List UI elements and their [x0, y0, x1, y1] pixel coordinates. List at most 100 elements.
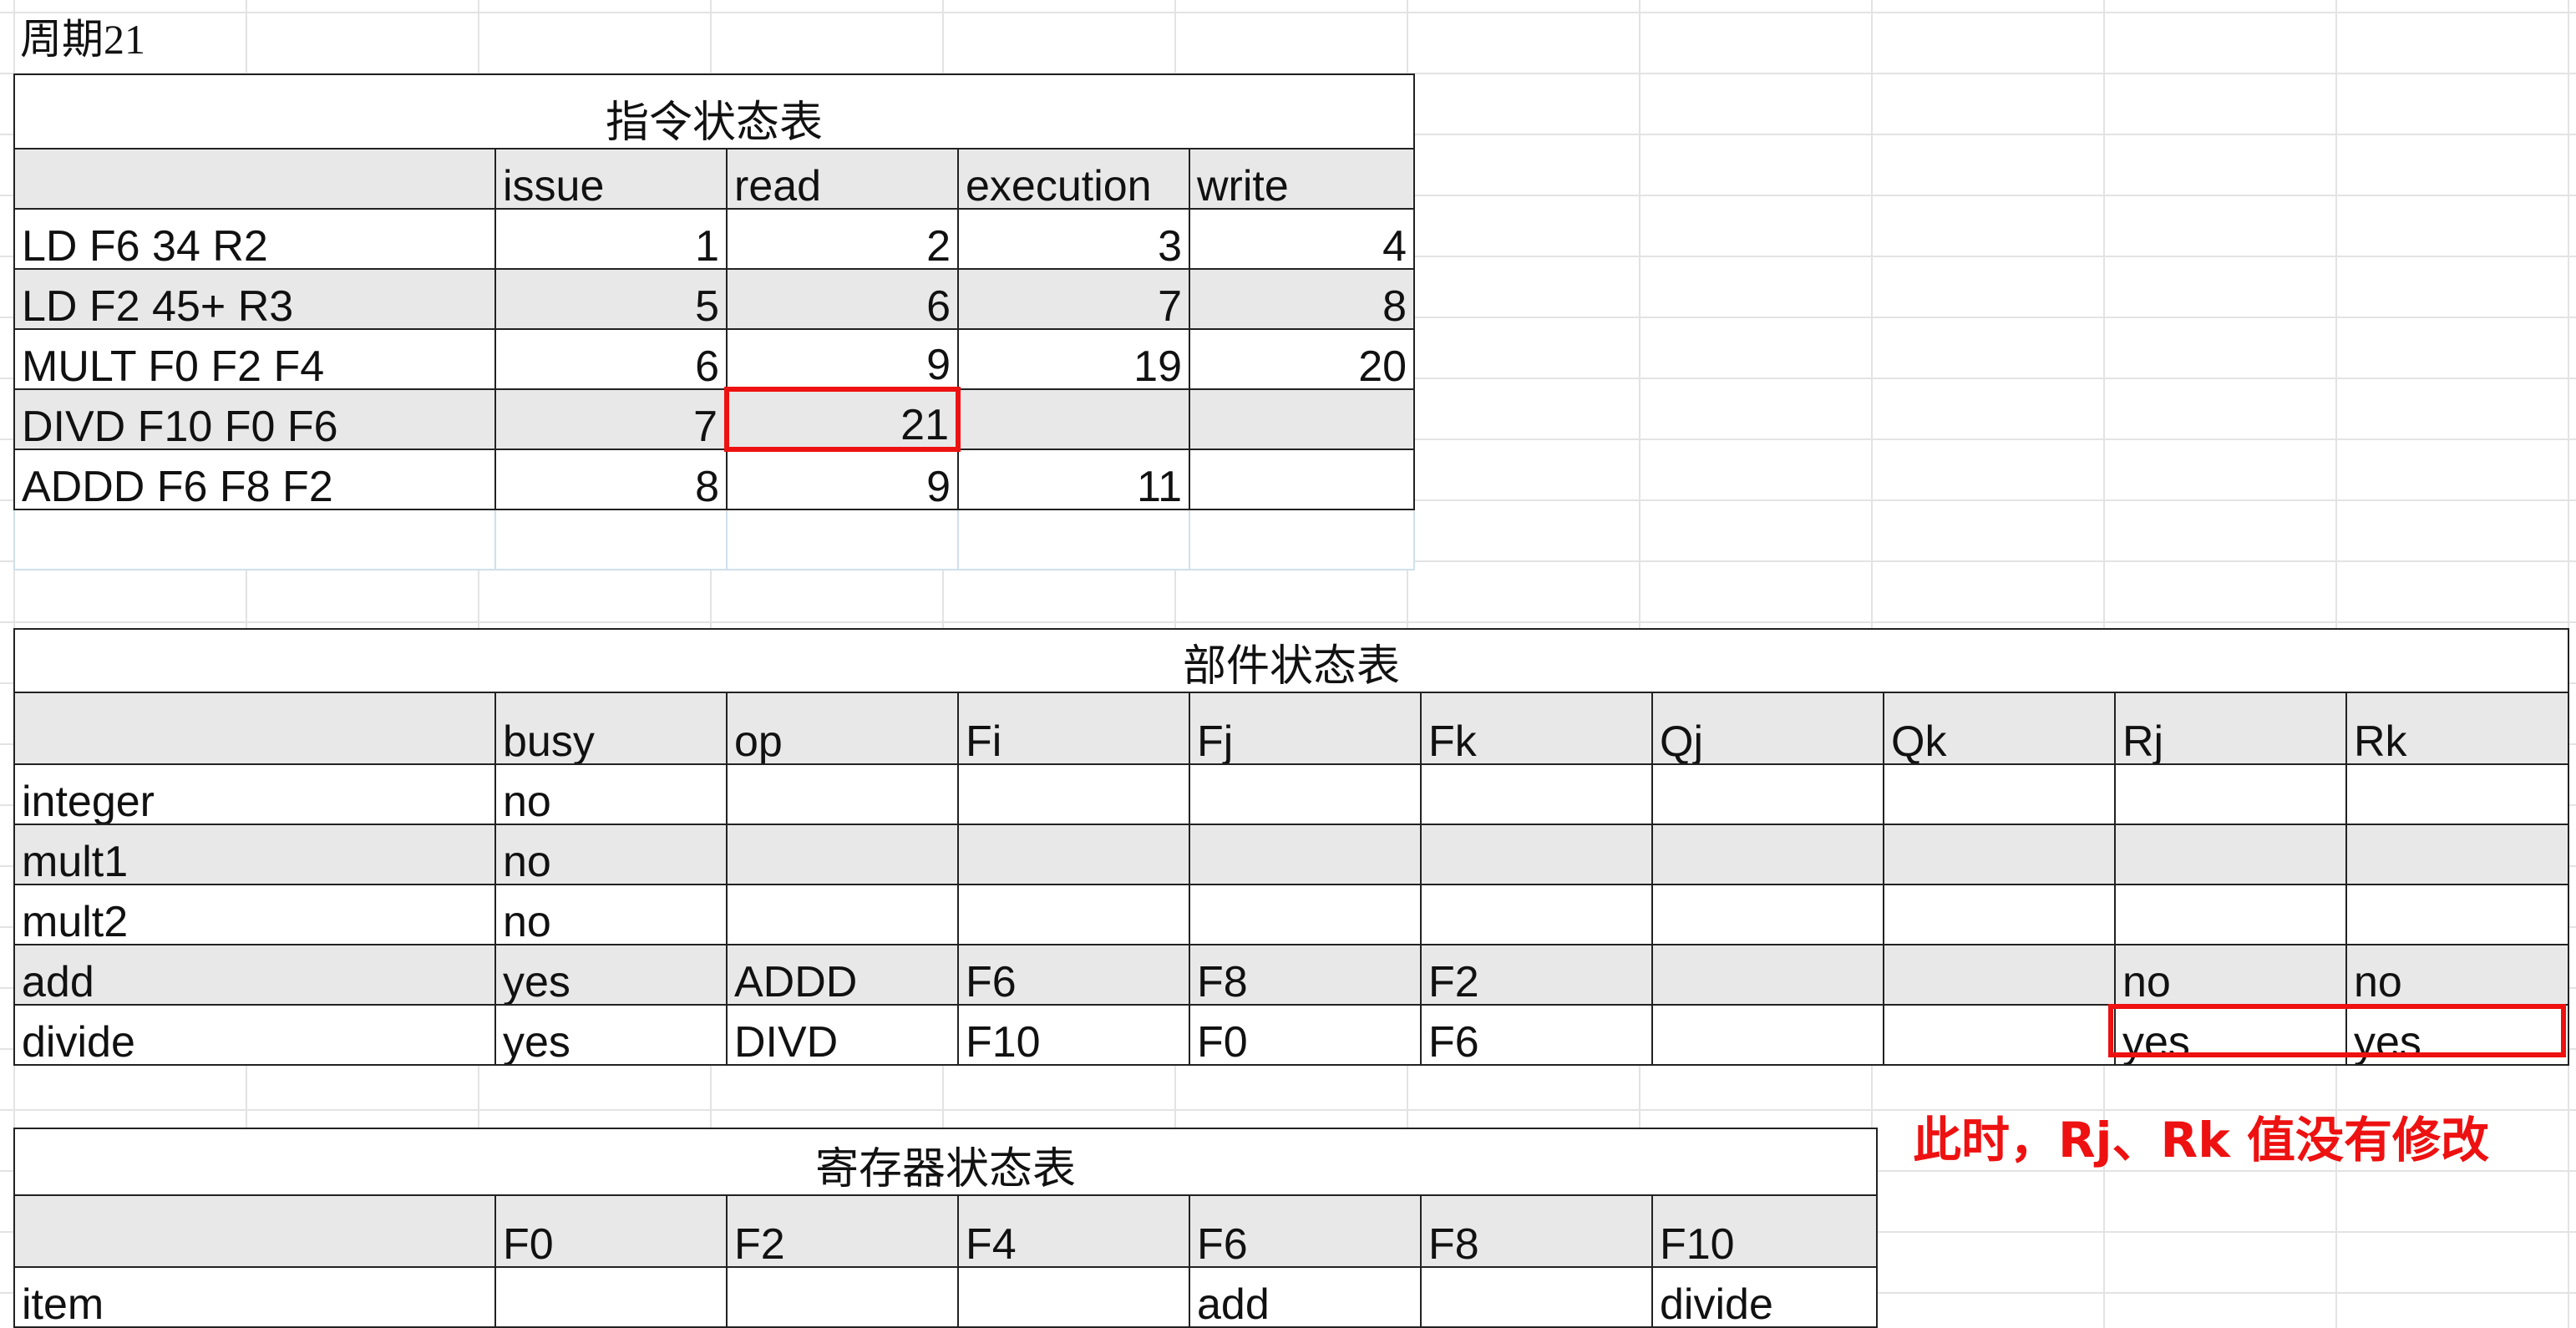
- register-cell-f6[interactable]: add: [1189, 1266, 1422, 1328]
- header-cell[interactable]: F6: [1189, 1194, 1422, 1268]
- rj-cell[interactable]: no: [2114, 944, 2347, 1006]
- header-cell[interactable]: Fj: [1189, 692, 1422, 765]
- qj-cell[interactable]: [1651, 944, 1884, 1006]
- header-cell[interactable]: read: [726, 148, 959, 210]
- empty-cell[interactable]: [1188, 509, 1416, 570]
- register-cell-f0[interactable]: [494, 1266, 728, 1328]
- qj-cell[interactable]: [1651, 1004, 1884, 1066]
- header-cell[interactable]: Rk: [2345, 692, 2570, 765]
- highlighted-read-cell[interactable]: 21: [724, 387, 961, 452]
- qk-cell[interactable]: [1883, 763, 2116, 825]
- instruction-cell[interactable]: DIVD F10 F0 F6: [13, 388, 496, 450]
- rk-cell[interactable]: [2345, 884, 2570, 945]
- unit-name-cell[interactable]: mult1: [13, 824, 496, 885]
- empty-cell[interactable]: [726, 509, 959, 570]
- header-cell[interactable]: op: [726, 692, 959, 765]
- empty-cell[interactable]: [957, 509, 1190, 570]
- header-cell[interactable]: [13, 1194, 496, 1268]
- header-cell[interactable]: [13, 148, 496, 210]
- header-cell[interactable]: F2: [726, 1194, 959, 1268]
- qk-cell[interactable]: [1883, 824, 2116, 885]
- busy-cell[interactable]: yes: [494, 1004, 728, 1066]
- fk-cell[interactable]: F6: [1420, 1004, 1653, 1066]
- busy-cell[interactable]: no: [494, 824, 728, 885]
- qj-cell[interactable]: [1651, 763, 1884, 825]
- write-cell[interactable]: 4: [1188, 208, 1416, 270]
- fi-cell[interactable]: F6: [957, 944, 1190, 1006]
- fi-cell[interactable]: [957, 824, 1190, 885]
- qk-cell[interactable]: [1883, 944, 2116, 1006]
- fj-cell[interactable]: [1189, 763, 1422, 825]
- register-cell-f4[interactable]: [957, 1266, 1190, 1328]
- execution-cell[interactable]: [957, 388, 1190, 450]
- register-cell-f2[interactable]: [726, 1266, 959, 1328]
- fk-cell[interactable]: F2: [1420, 944, 1653, 1006]
- register-cell-f10[interactable]: divide: [1651, 1266, 1879, 1328]
- unit-name-cell[interactable]: integer: [13, 763, 496, 825]
- qj-cell[interactable]: [1651, 884, 1884, 945]
- instruction-cell[interactable]: LD F2 45+ R3: [13, 268, 496, 330]
- write-cell[interactable]: 20: [1188, 328, 1416, 390]
- fj-cell[interactable]: F8: [1189, 944, 1422, 1006]
- op-cell[interactable]: [726, 763, 959, 825]
- fk-cell[interactable]: [1420, 763, 1653, 825]
- register-cell-f8[interactable]: [1420, 1266, 1653, 1328]
- op-cell[interactable]: [726, 824, 959, 885]
- instruction-cell[interactable]: LD F6 34 R2: [13, 208, 496, 270]
- header-cell[interactable]: Fk: [1420, 692, 1653, 765]
- fj-cell[interactable]: [1189, 824, 1422, 885]
- execution-cell[interactable]: 7: [957, 268, 1190, 330]
- rk-cell[interactable]: yes: [2345, 1004, 2570, 1066]
- header-cell[interactable]: F8: [1420, 1194, 1653, 1268]
- read-cell[interactable]: 6: [726, 268, 959, 330]
- unit-name-cell[interactable]: mult2: [13, 884, 496, 945]
- fj-cell[interactable]: F0: [1189, 1004, 1422, 1066]
- header-cell[interactable]: execution: [957, 148, 1190, 210]
- unit-name-cell[interactable]: divide: [13, 1004, 496, 1066]
- empty-cell[interactable]: [494, 509, 728, 570]
- qk-cell[interactable]: [1883, 884, 2116, 945]
- issue-cell[interactable]: 6: [494, 328, 728, 390]
- read-cell[interactable]: 9: [726, 449, 959, 510]
- rj-cell[interactable]: [2114, 763, 2347, 825]
- read-cell[interactable]: 9: [726, 328, 959, 390]
- rj-cell[interactable]: [2114, 884, 2347, 945]
- issue-cell[interactable]: 7: [494, 388, 728, 450]
- execution-cell[interactable]: 3: [957, 208, 1190, 270]
- empty-cell[interactable]: [13, 509, 496, 570]
- rj-cell[interactable]: yes: [2114, 1004, 2347, 1066]
- execution-cell[interactable]: 11: [957, 449, 1190, 510]
- header-cell[interactable]: write: [1188, 148, 1416, 210]
- op-cell[interactable]: DIVD: [726, 1004, 959, 1066]
- header-cell[interactable]: issue: [494, 148, 728, 210]
- write-cell[interactable]: 8: [1188, 268, 1416, 330]
- fi-cell[interactable]: [957, 884, 1190, 945]
- header-cell[interactable]: F4: [957, 1194, 1190, 1268]
- issue-cell[interactable]: 8: [494, 449, 728, 510]
- fi-cell[interactable]: [957, 763, 1190, 825]
- op-cell[interactable]: ADDD: [726, 944, 959, 1006]
- rj-cell[interactable]: [2114, 824, 2347, 885]
- write-cell[interactable]: [1188, 388, 1416, 450]
- qk-cell[interactable]: [1883, 1004, 2116, 1066]
- busy-cell[interactable]: no: [494, 763, 728, 825]
- instruction-cell[interactable]: ADDD F6 F8 F2: [13, 449, 496, 510]
- write-cell[interactable]: [1188, 449, 1416, 510]
- fk-cell[interactable]: [1420, 824, 1653, 885]
- rk-cell[interactable]: no: [2345, 944, 2570, 1006]
- issue-cell[interactable]: 5: [494, 268, 728, 330]
- header-cell[interactable]: Rj: [2114, 692, 2347, 765]
- busy-cell[interactable]: yes: [494, 944, 728, 1006]
- header-cell[interactable]: [13, 692, 496, 765]
- register-row-label[interactable]: item: [13, 1266, 496, 1328]
- fi-cell[interactable]: F10: [957, 1004, 1190, 1066]
- read-cell[interactable]: 2: [726, 208, 959, 270]
- rk-cell[interactable]: [2345, 824, 2570, 885]
- header-cell[interactable]: F10: [1651, 1194, 1879, 1268]
- qj-cell[interactable]: [1651, 824, 1884, 885]
- fj-cell[interactable]: [1189, 884, 1422, 945]
- header-cell[interactable]: Qk: [1883, 692, 2116, 765]
- header-cell[interactable]: Qj: [1651, 692, 1884, 765]
- header-cell[interactable]: Fi: [957, 692, 1190, 765]
- header-cell[interactable]: busy: [494, 692, 728, 765]
